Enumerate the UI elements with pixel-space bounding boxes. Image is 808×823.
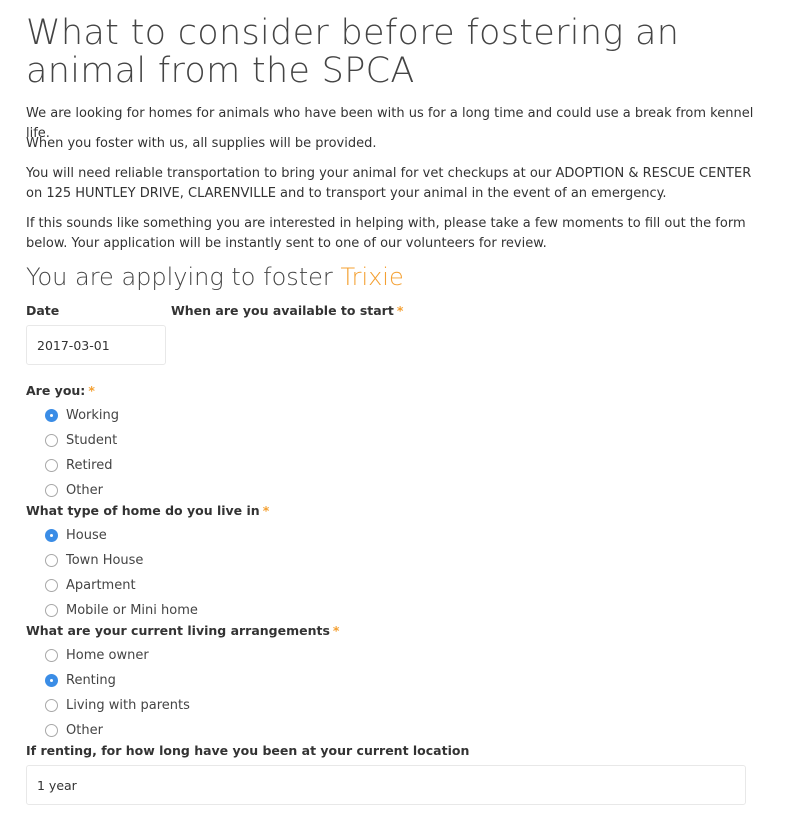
radio-house[interactable]: House [45, 525, 107, 545]
required-mark: * [332, 623, 340, 638]
foster-heading: You are applying to foster Trixie [26, 262, 404, 292]
radio-retired[interactable]: Retired [45, 455, 112, 475]
radio-working[interactable]: Working [45, 405, 119, 425]
intro-paragraph: When you foster with us, all supplies wi… [26, 136, 377, 151]
renting-duration-value: 1 year [37, 777, 77, 793]
date-input[interactable]: 2017-03-01 [26, 325, 166, 365]
start-label-text: When are you available to start [171, 303, 394, 318]
foster-heading-text: You are applying to foster [26, 263, 333, 291]
radio-button[interactable] [45, 553, 58, 567]
radio-label: Working [66, 407, 120, 423]
required-mark: * [396, 303, 404, 318]
radio-button[interactable] [45, 698, 58, 712]
radio-label: Living with parents [66, 697, 190, 713]
radio-button[interactable] [45, 483, 58, 497]
radio-town-house[interactable]: Town House [45, 550, 143, 570]
renting-duration-input[interactable]: 1 year [26, 765, 746, 805]
foster-application-page: What to consider before fostering an ani… [0, 0, 808, 823]
radio-button[interactable] [45, 648, 58, 662]
page-title: What to consider before fostering an ani… [26, 13, 680, 91]
radio-other-living[interactable]: Other [45, 720, 103, 740]
living-label: What are your current living arrangement… [26, 623, 339, 638]
radio-other-occupation[interactable]: Other [45, 480, 103, 500]
radio-renting[interactable]: Renting [45, 670, 116, 690]
radio-button-selected[interactable] [45, 673, 58, 687]
renting-duration-label: If renting, for how long have you been a… [26, 743, 470, 758]
living-label-text: What are your current living arrangement… [26, 623, 330, 638]
radio-button[interactable] [45, 433, 58, 447]
start-label: When are you available to start * [171, 303, 403, 318]
radio-button[interactable] [45, 578, 58, 592]
radio-button-selected[interactable] [45, 408, 58, 422]
radio-button[interactable] [45, 603, 58, 617]
date-value: 2017-03-01 [37, 337, 110, 353]
radio-living-with-parents[interactable]: Living with parents [45, 695, 190, 715]
radio-label: Renting [66, 672, 116, 688]
are-you-label-text: Are you: [26, 383, 86, 398]
required-mark: * [262, 503, 270, 518]
radio-mobile-home[interactable]: Mobile or Mini home [45, 600, 198, 620]
home-type-label-text: What type of home do you live in [26, 503, 260, 518]
radio-student[interactable]: Student [45, 430, 117, 450]
home-type-label: What type of home do you live in * [26, 503, 269, 518]
radio-label: Student [66, 432, 118, 448]
intro-paragraph: If this sounds like something you are in… [26, 216, 746, 251]
date-label: Date [26, 303, 60, 318]
radio-button[interactable] [45, 723, 58, 737]
radio-label: Other [66, 722, 103, 738]
intro-paragraph: You will need reliable transportation to… [26, 166, 752, 201]
radio-label: Town House [66, 552, 144, 568]
radio-apartment[interactable]: Apartment [45, 575, 136, 595]
radio-home-owner[interactable]: Home owner [45, 645, 149, 665]
are-you-label: Are you: * [26, 383, 95, 398]
radio-button-selected[interactable] [45, 528, 58, 542]
radio-label: Other [66, 482, 103, 498]
radio-label: House [66, 527, 107, 543]
radio-label: Home owner [66, 647, 149, 663]
required-mark: * [88, 383, 95, 398]
radio-button[interactable] [45, 458, 58, 472]
radio-label: Retired [66, 457, 113, 473]
radio-label: Mobile or Mini home [66, 602, 198, 618]
radio-label: Apartment [66, 577, 136, 593]
pet-name: Trixie [340, 263, 404, 291]
